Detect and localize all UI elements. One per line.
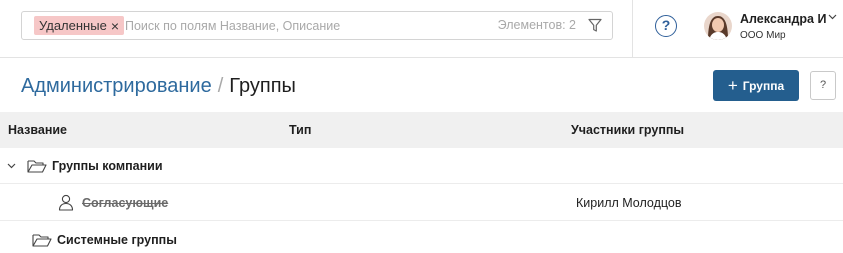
group-name[interactable]: Группы компании xyxy=(52,159,163,173)
table-row[interactable]: Системные группы xyxy=(0,222,843,253)
group-name[interactable]: Системные группы xyxy=(57,233,177,247)
table-header: Название Тип Участники группы xyxy=(0,112,843,148)
filter-chip[interactable]: Удаленные × xyxy=(34,16,124,35)
folder-open-icon xyxy=(32,234,52,247)
items-count: Элементов: 2 xyxy=(497,18,576,32)
user-name[interactable]: Александра И xyxy=(740,12,826,26)
column-header-members[interactable]: Участники группы xyxy=(571,123,684,137)
filter-icon[interactable] xyxy=(588,18,602,33)
filter-chip-label: Удаленные xyxy=(39,18,107,33)
avatar[interactable] xyxy=(704,12,732,40)
search-input[interactable] xyxy=(125,18,425,34)
add-group-label: Группа xyxy=(742,78,785,93)
column-header-type[interactable]: Тип xyxy=(289,123,311,137)
column-header-name[interactable]: Название xyxy=(8,123,67,137)
table-row[interactable]: Согласующие Кирилл Молодцов xyxy=(0,185,843,221)
breadcrumb-link-administration[interactable]: Администрирование xyxy=(21,75,212,97)
top-bar: Удаленные × Элементов: 2 ? Александра И … xyxy=(0,0,843,58)
chevron-down-icon[interactable] xyxy=(7,163,16,169)
divider xyxy=(632,0,633,58)
table-row[interactable]: Группы компании xyxy=(0,148,843,184)
breadcrumb-separator: / xyxy=(217,75,224,97)
chevron-down-icon[interactable] xyxy=(828,14,837,20)
user-icon xyxy=(58,194,74,211)
add-group-button[interactable]: + Группа xyxy=(713,70,799,101)
page-title: Группы xyxy=(229,75,296,97)
folder-open-icon xyxy=(27,160,47,173)
plus-icon: + xyxy=(727,76,738,95)
user-organization: ООО Мир xyxy=(740,30,786,41)
page-help-button[interactable]: ? xyxy=(810,71,836,100)
group-members: Кирилл Молодцов xyxy=(576,196,682,210)
help-icon[interactable]: ? xyxy=(655,15,677,37)
group-name[interactable]: Согласующие xyxy=(82,196,168,210)
breadcrumb: Администрирование / Группы xyxy=(21,75,296,98)
search-box[interactable]: Удаленные × Элементов: 2 xyxy=(21,11,613,40)
close-icon[interactable]: × xyxy=(111,19,119,33)
